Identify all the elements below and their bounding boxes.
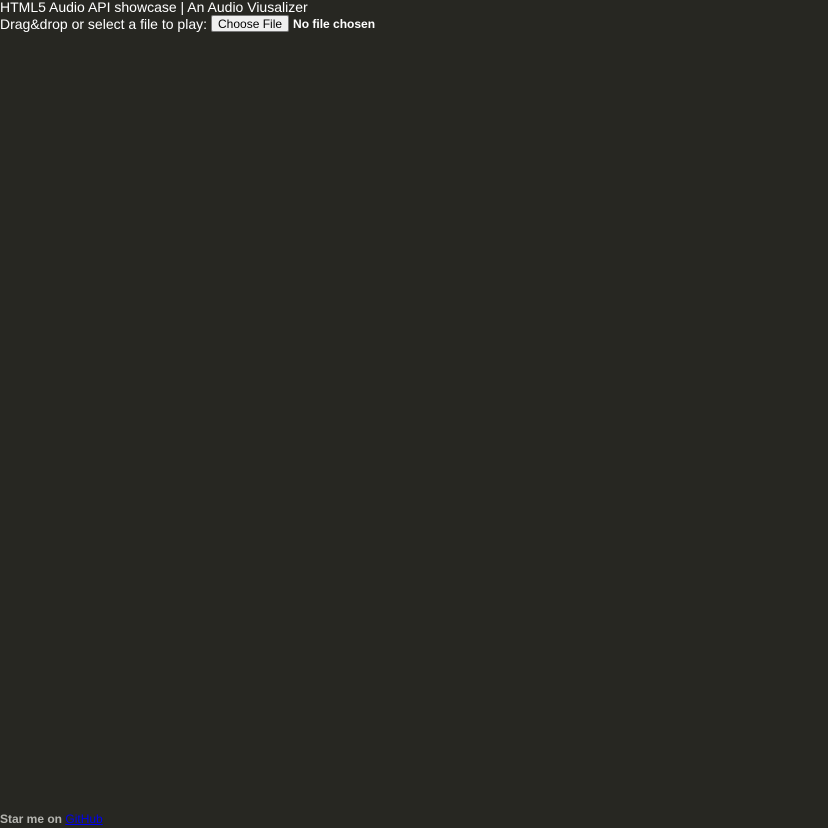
- page-title: HTML5 Audio API showcase | An Audio Vius…: [0, 0, 308, 15]
- file-prompt-label: Drag&drop or select a file to play:: [0, 15, 207, 32]
- choose-file-button[interactable]: Choose File: [211, 15, 290, 32]
- visualizer-canvas[interactable]: [0, 32, 828, 802]
- footer-text: Star me on: [0, 812, 63, 826]
- page-wrapper: HTML5 Audio API showcase | An Audio Vius…: [0, 0, 828, 32]
- footer: Star me on GitHub: [0, 812, 103, 826]
- file-status-label: No file chosen: [293, 16, 376, 31]
- file-input-row: Drag&drop or select a file to play: Choo…: [0, 15, 828, 32]
- github-link[interactable]: GitHub: [65, 812, 102, 826]
